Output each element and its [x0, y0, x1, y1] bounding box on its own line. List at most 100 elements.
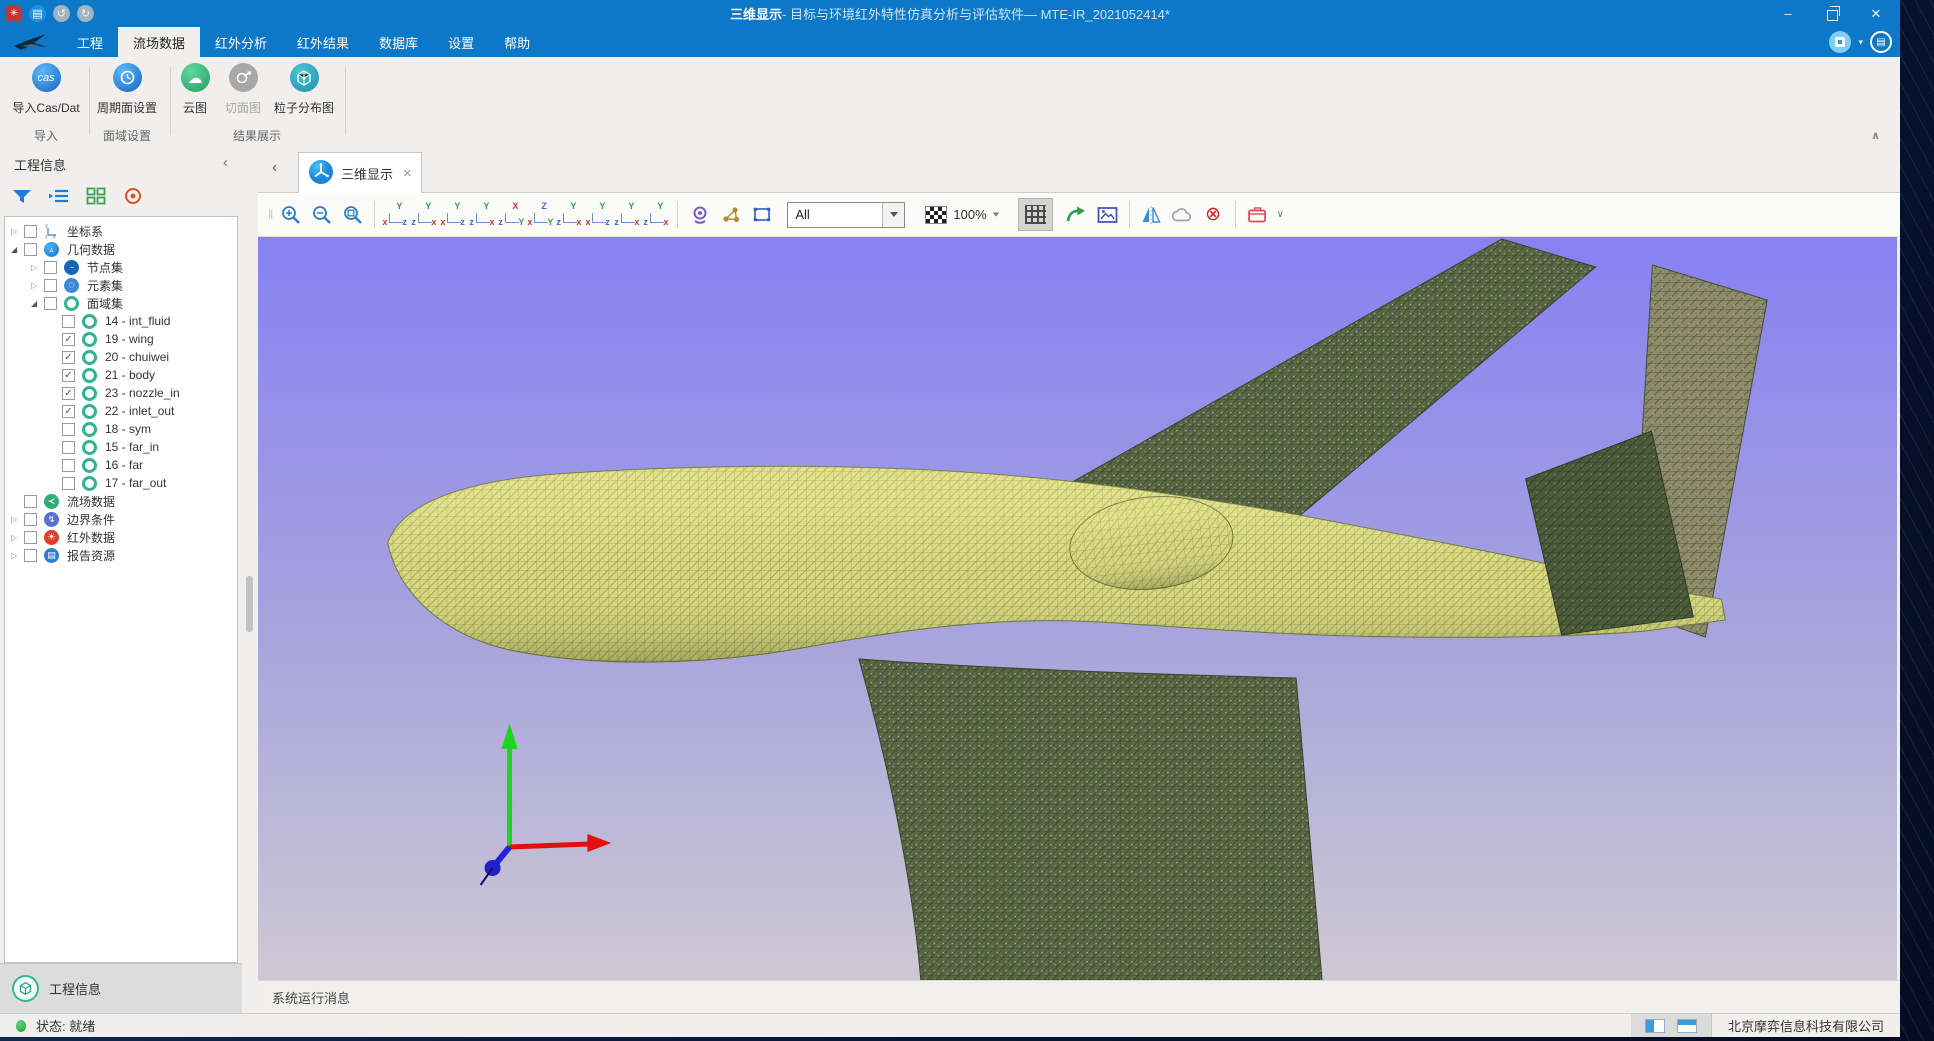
tab-close-icon[interactable]: ✕ — [403, 167, 412, 180]
manual-icon[interactable]: ▤ — [1870, 31, 1892, 53]
iso-view-2-icon[interactable]: xzY — [584, 200, 613, 230]
undo-icon[interactable]: ↺ — [53, 5, 70, 22]
restore-button[interactable] — [1810, 0, 1854, 27]
display-filter-combobox[interactable]: All — [787, 202, 905, 228]
checkbox[interactable] — [44, 297, 57, 310]
clear-delete-icon[interactable]: ⊗ — [1198, 199, 1229, 231]
menu-item-database[interactable]: 数据库 — [364, 27, 433, 57]
panel-collapse-icon[interactable]: ‹ — [223, 154, 228, 171]
std-view-top-icon[interactable]: zYX — [497, 200, 526, 230]
iso-view-1-icon[interactable]: zxY — [555, 200, 584, 230]
tree-item-far-in[interactable]: 15 - far_in — [5, 438, 237, 456]
checkbox[interactable] — [24, 513, 37, 526]
contour-plot-button[interactable]: ☁ 云图 — [170, 63, 220, 116]
tree-item-report-resources[interactable]: ▷ 报告资源 — [5, 546, 237, 564]
tree-item-body[interactable]: ✓ 21 - body — [5, 366, 237, 384]
menu-item-help[interactable]: 帮助 — [489, 27, 545, 57]
tree-item-flow-field-data[interactable]: 流场数据 — [5, 492, 237, 510]
cloud-outline-icon[interactable] — [1167, 199, 1198, 231]
std-view-front-icon[interactable]: xzY — [381, 200, 410, 230]
close-button[interactable]: ✕ — [1854, 0, 1898, 27]
tree-item-far[interactable]: 16 - far — [5, 456, 237, 474]
viewport-3d[interactable] — [258, 237, 1897, 980]
scrollbar-handle[interactable] — [246, 576, 253, 632]
checkbox[interactable]: ✓ — [62, 333, 75, 346]
tree-item-inlet-out[interactable]: ✓ 22 - inlet_out — [5, 402, 237, 420]
panel-splitter[interactable] — [242, 148, 258, 1013]
tree-item-face-set[interactable]: ◢ 面域集 — [5, 294, 237, 312]
checkbox[interactable] — [24, 549, 37, 562]
new-document-icon[interactable]: ▤ — [29, 5, 46, 22]
checkbox[interactable] — [62, 441, 75, 454]
style-switcher-icon[interactable] — [1829, 31, 1851, 53]
expander-icon[interactable]: ▷ — [11, 515, 24, 524]
expander-icon[interactable]: ▷ — [31, 281, 44, 290]
tree-item-infrared-data[interactable]: ▷ 红外数据 — [5, 528, 237, 546]
select-rect-icon[interactable] — [746, 199, 777, 231]
particle-distribution-button[interactable]: 粒子分布图 — [266, 63, 342, 116]
save-dropdown-chevron-icon[interactable]: ∨ — [1277, 209, 1284, 220]
checkbox[interactable] — [62, 477, 75, 490]
expander-icon[interactable]: ◢ — [31, 299, 44, 308]
particles-icon[interactable] — [715, 199, 746, 231]
ribbon-collapse-icon[interactable]: ∧ — [1871, 129, 1880, 142]
tree-item-node-set[interactable]: ▷ 节点集 — [5, 258, 237, 276]
checkbox[interactable] — [24, 243, 37, 256]
filter-icon[interactable] — [10, 184, 34, 208]
tree-item-far-out[interactable]: 17 - far_out — [5, 474, 237, 492]
iso-view-3-icon[interactable]: zxY — [613, 200, 642, 230]
menu-item-engineering[interactable]: 工程 — [62, 27, 118, 57]
target-icon[interactable] — [121, 184, 145, 208]
tree-item-int-fluid[interactable]: 14 - int_fluid — [5, 312, 237, 330]
menu-item-ir-results[interactable]: 红外结果 — [282, 27, 364, 57]
expander-icon[interactable]: ▷ — [11, 551, 24, 560]
panel-footer-project-info[interactable]: 工程信息 — [0, 963, 242, 1013]
combobox-dropdown-icon[interactable] — [882, 203, 904, 227]
checkbox[interactable] — [62, 459, 75, 472]
screenshot-image-icon[interactable] — [1092, 199, 1123, 231]
expander-icon[interactable]: ▷ — [31, 263, 44, 272]
minimize-button[interactable]: – — [1766, 0, 1810, 27]
tree-item-chuiwei[interactable]: ✓ 20 - chuiwei — [5, 348, 237, 366]
checkbox[interactable] — [24, 495, 37, 508]
std-view-bottom-icon[interactable]: xYZ — [526, 200, 555, 230]
grid-view-icon[interactable] — [84, 184, 108, 208]
chevron-down-icon[interactable]: ▾ — [1858, 37, 1863, 48]
menu-item-ir-analysis[interactable]: 红外分析 — [200, 27, 282, 57]
app-icon[interactable]: ✳ — [6, 6, 22, 22]
menu-item-settings[interactable]: 设置 — [433, 27, 489, 57]
export-share-icon[interactable] — [1061, 199, 1092, 231]
std-view-back-icon[interactable]: zxY — [410, 200, 439, 230]
tree-item-element-set[interactable]: ▷ 元素集 — [5, 276, 237, 294]
layout-left-panel-icon[interactable] — [1645, 1019, 1665, 1033]
mesh-toggle-button[interactable] — [1018, 198, 1053, 231]
tree-item-geometry-data[interactable]: ◢ 几何数据 — [5, 240, 237, 258]
zoom-fit-icon[interactable] — [337, 199, 368, 231]
checkbox[interactable]: ✓ — [62, 387, 75, 400]
tree-item-sym[interactable]: 18 - sym — [5, 420, 237, 438]
list-view-icon[interactable] — [47, 184, 71, 208]
iso-view-4-icon[interactable]: zxY — [642, 200, 671, 230]
import-cas-dat-button[interactable]: cas 导入Cas/Dat — [2, 63, 90, 116]
tree-item-coordinate-system[interactable]: ▷ Yzx 坐标系 — [5, 222, 237, 240]
tree-item-boundary-conditions[interactable]: ▷ 边界条件 — [5, 510, 237, 528]
zoom-out-icon[interactable] — [306, 199, 337, 231]
checkbox[interactable]: ✓ — [62, 369, 75, 382]
save-scene-icon[interactable] — [1242, 199, 1273, 231]
checkbox[interactable] — [24, 225, 37, 238]
menu-item-flow-data[interactable]: 流场数据 — [118, 27, 200, 57]
checkbox[interactable] — [62, 423, 75, 436]
mirror-icon[interactable] — [1136, 199, 1167, 231]
std-view-right-icon[interactable]: zxY — [468, 200, 497, 230]
checkbox[interactable]: ✓ — [62, 351, 75, 364]
probe-marker-icon[interactable] — [684, 199, 715, 231]
toolbar-drag-handle[interactable]: ‖ — [268, 207, 271, 222]
checkbox[interactable] — [24, 531, 37, 544]
opacity-checker-icon[interactable] — [925, 206, 947, 224]
std-view-left-icon[interactable]: xzY — [439, 200, 468, 230]
expander-icon[interactable]: ▷ — [11, 227, 24, 236]
checkbox[interactable] — [62, 315, 75, 328]
redo-icon[interactable]: ↻ — [77, 5, 94, 22]
tree-item-nozzle-in[interactable]: ✓ 23 - nozzle_in — [5, 384, 237, 402]
tree-item-wing[interactable]: ✓ 19 - wing — [5, 330, 237, 348]
